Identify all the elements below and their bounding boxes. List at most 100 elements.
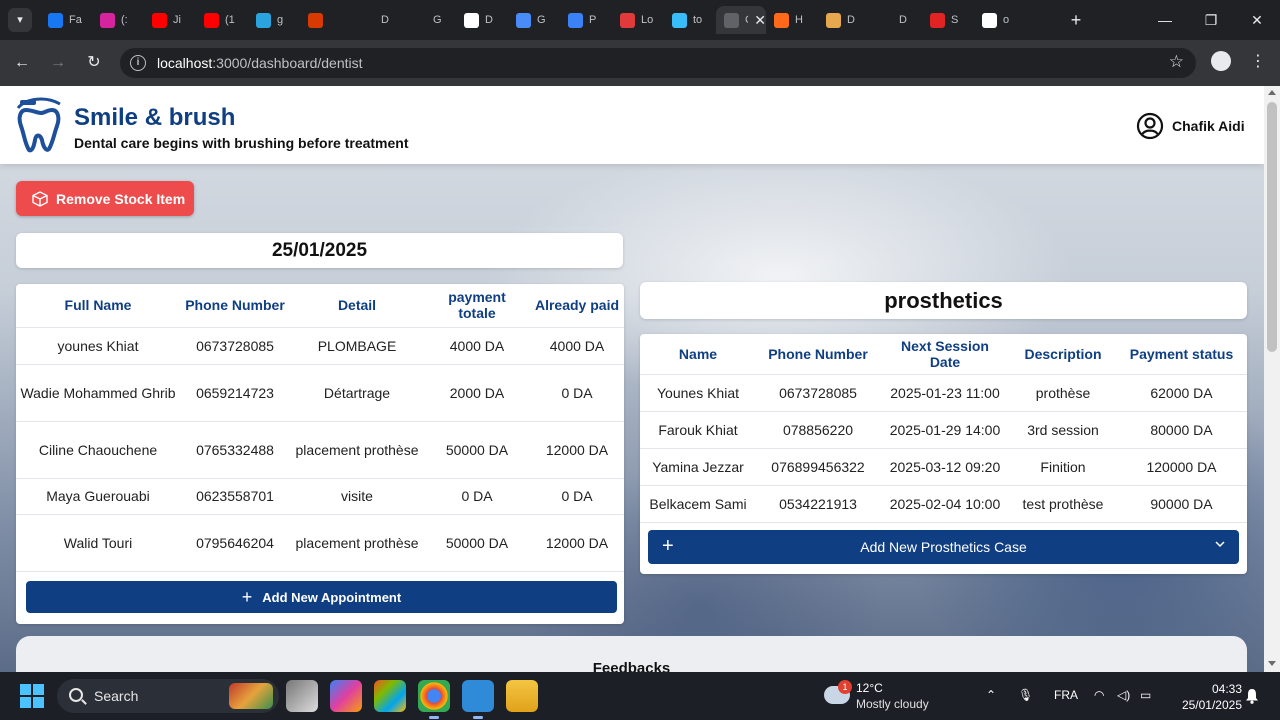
headspace-icon xyxy=(774,12,789,28)
table-cell: Belkacem Sami xyxy=(640,485,756,523)
close-tab-icon[interactable]: ✕ xyxy=(754,12,766,29)
browser-tab[interactable]: D xyxy=(352,6,404,34)
table-cell: 50000 DA xyxy=(424,514,530,572)
chevron-up-icon[interactable]: ⌃ xyxy=(986,688,996,702)
table-cell: 2025-01-29 14:00 xyxy=(880,411,1010,449)
bookmark-star-icon[interactable]: ☆ xyxy=(1169,52,1184,72)
column-header: Phone Number xyxy=(756,334,880,375)
browser-tab[interactable]: o xyxy=(974,6,1026,34)
forward-button[interactable]: → xyxy=(46,51,70,75)
site-info-icon[interactable]: i xyxy=(130,55,146,71)
table-row[interactable]: Ciline Chaouchene 0765332488 placement p… xyxy=(16,421,624,479)
browser-tab[interactable]: (: xyxy=(92,6,144,34)
minimize-button[interactable]: — xyxy=(1150,8,1180,32)
table-cell: 4000 DA xyxy=(424,327,530,365)
browser-tab[interactable]: P xyxy=(560,6,612,34)
browser-tab[interactable]: Ji xyxy=(144,6,196,34)
table-cell: 90000 DA xyxy=(1116,485,1247,523)
design-icon xyxy=(826,12,841,28)
browser-tab[interactable] xyxy=(300,6,352,34)
store-icon[interactable] xyxy=(374,680,406,712)
address-bar[interactable]: i localhost:3000/dashboard/dentist ☆ xyxy=(120,48,1196,78)
browser-tab[interactable]: S xyxy=(922,6,974,34)
table-row[interactable]: younes Khiat 0673728085 PLOMBAGE 4000 DA… xyxy=(16,327,624,365)
wifi-icon[interactable]: ◠ xyxy=(1094,688,1104,702)
add-appointment-label: Add New Appointment xyxy=(262,589,402,605)
browser-tab[interactable]: G xyxy=(404,6,456,34)
chrome-taskbar-icon[interactable] xyxy=(418,680,450,719)
url-text[interactable]: localhost:3000/dashboard/dentist xyxy=(157,55,363,71)
user-menu[interactable]: Chafik Aidi xyxy=(1136,112,1245,140)
new-tab-button[interactable]: + xyxy=(1066,8,1086,32)
table-row[interactable]: Wadie Mohammed Ghrib 0659214723 Détartra… xyxy=(16,364,624,422)
tab-title: H xyxy=(795,14,803,26)
notification-bell-icon[interactable] xyxy=(1245,688,1259,704)
browser-tab[interactable]: D xyxy=(456,6,508,34)
battery-icon[interactable]: ▭ xyxy=(1140,688,1151,702)
browser-tab[interactable]: Fa xyxy=(40,6,92,34)
tab-title: G xyxy=(537,14,546,26)
browser-tab[interactable]: C✕ xyxy=(716,6,766,34)
vscode-icon[interactable] xyxy=(462,680,494,719)
page-scrollbar[interactable] xyxy=(1264,86,1280,672)
tooth-logo-icon xyxy=(16,97,61,153)
table-row[interactable]: Belkacem Sami 0534221913 2025-02-04 10:0… xyxy=(640,485,1247,523)
restore-button[interactable]: ❐ xyxy=(1196,8,1226,32)
table-cell: 0534221913 xyxy=(756,485,880,523)
browser-tab[interactable]: G xyxy=(508,6,560,34)
table-cell: 0765332488 xyxy=(180,421,290,479)
back-button[interactable]: ← xyxy=(10,51,34,75)
url-host: localhost xyxy=(157,55,213,71)
file-explorer-icon[interactable] xyxy=(506,680,538,712)
site-header: Smile & brush Dental care begins with br… xyxy=(0,86,1264,164)
browser-tab[interactable]: D xyxy=(870,6,922,34)
table-row[interactable]: Maya Guerouabi 0623558701 visite 0 DA 0 … xyxy=(16,478,624,515)
scroll-thumb[interactable] xyxy=(1267,102,1277,352)
remove-stock-button[interactable]: Remove Stock Item xyxy=(16,181,194,216)
browser-tab[interactable]: H xyxy=(766,6,818,34)
table-cell: prothèse xyxy=(1010,374,1116,412)
browser-profile-icon[interactable] xyxy=(1211,51,1231,71)
table-row[interactable]: Farouk Khiat 078856220 2025-01-29 14:00 … xyxy=(640,411,1247,449)
browser-tab[interactable]: to xyxy=(664,6,716,34)
language-indicator[interactable]: FRA xyxy=(1054,688,1078,702)
microphone-icon[interactable]: 🎙 xyxy=(1018,688,1033,702)
scroll-down-arrow-icon[interactable] xyxy=(1268,661,1276,666)
table-cell: 0673728085 xyxy=(180,327,290,365)
windows-start-icon[interactable] xyxy=(20,684,44,708)
task-view-icon[interactable] xyxy=(286,680,318,712)
add-appointment-button[interactable]: + Add New Appointment xyxy=(26,581,617,613)
table-cell: 12000 DA xyxy=(530,421,624,479)
table-row[interactable]: Younes Khiat 0673728085 2025-01-23 11:00… xyxy=(640,374,1247,412)
browser-tab[interactable]: Lo xyxy=(612,6,664,34)
volume-icon[interactable]: ◁) xyxy=(1117,688,1130,702)
table-cell: Walid Touri xyxy=(16,514,180,572)
reload-button[interactable]: ↻ xyxy=(82,51,106,75)
tab-title: (: xyxy=(121,14,128,26)
close-window-button[interactable]: ✕ xyxy=(1242,8,1272,32)
system-clock[interactable]: 04:33 25/01/2025 xyxy=(1170,681,1242,713)
table-cell: 0 DA xyxy=(530,478,624,515)
search-icon xyxy=(69,688,83,702)
browser-tab[interactable]: D xyxy=(818,6,870,34)
telegram-icon xyxy=(256,12,271,28)
scroll-up-arrow-icon[interactable] xyxy=(1268,90,1276,95)
browser-tab[interactable]: g xyxy=(248,6,300,34)
add-prosthetics-button[interactable]: + Add New Prosthetics Case xyxy=(648,530,1239,564)
prosthetics-title: prosthetics xyxy=(640,282,1247,319)
table-row[interactable]: Walid Touri 0795646204 placement prothès… xyxy=(16,514,624,572)
tab-title: D xyxy=(847,14,855,26)
chevron-down-icon[interactable] xyxy=(1215,539,1225,549)
table-cell: Yamina Jezzar xyxy=(640,448,756,486)
tab-strip: Fa(:Ji(1gDGDGPLotoC✕HDDSo xyxy=(40,6,1026,34)
brand-title: Smile & brush xyxy=(74,104,236,131)
tab-search-button[interactable]: ▾ xyxy=(8,8,32,32)
weather-badge: 1 xyxy=(838,680,852,694)
browser-menu-icon[interactable]: ⋮ xyxy=(1250,51,1266,71)
browser-tab[interactable]: (1 xyxy=(196,6,248,34)
tab-title: D xyxy=(485,14,493,26)
table-row[interactable]: Yamina Jezzar 076899456322 2025-03-12 09… xyxy=(640,448,1247,486)
taskbar-search[interactable]: Search xyxy=(57,679,279,713)
copilot-icon[interactable] xyxy=(330,680,362,712)
table-cell: Maya Guerouabi xyxy=(16,478,180,515)
